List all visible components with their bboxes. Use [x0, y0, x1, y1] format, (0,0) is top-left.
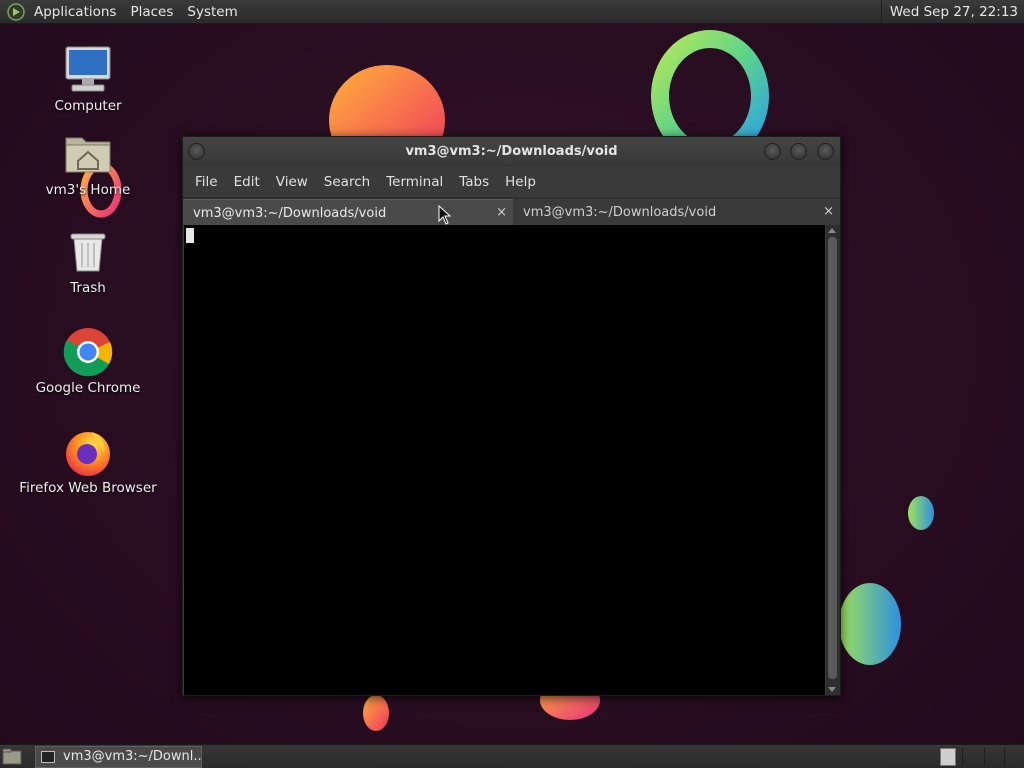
distro-logo-icon[interactable]: [6, 2, 26, 22]
chrome-icon: [62, 326, 114, 378]
terminal-icon: [41, 751, 55, 763]
terminal-output[interactable]: [184, 225, 825, 695]
window-titlebar[interactable]: vm3@vm3:~/Downloads/void: [183, 137, 840, 167]
desktop-icon-label: vm3's Home: [45, 182, 131, 198]
desktop-icon-label: Google Chrome: [35, 380, 141, 396]
menu-edit[interactable]: Edit: [226, 174, 268, 190]
desktop-icon-chrome[interactable]: Google Chrome: [13, 326, 163, 396]
scroll-down-icon[interactable]: [828, 687, 836, 692]
applications-menu[interactable]: Applications: [27, 0, 123, 24]
bottom-panel: vm3@vm3:~/Downl...: [0, 744, 1024, 768]
clock[interactable]: Wed Sep 27, 22:13: [880, 0, 1024, 24]
scrollbar-thumb[interactable]: [828, 237, 837, 679]
desktop-icon-label: Computer: [54, 98, 122, 114]
tab-label: vm3@vm3:~/Downloads/void: [523, 205, 717, 220]
close-window-button[interactable]: [817, 143, 834, 160]
desktop-icon-label: Trash: [70, 280, 106, 296]
tab-close-icon[interactable]: ×: [823, 204, 834, 219]
workspace-2[interactable]: [962, 748, 978, 766]
workspace-3[interactable]: [984, 748, 1000, 766]
menu-view[interactable]: View: [268, 174, 316, 190]
text-cursor: [186, 228, 194, 243]
menu-terminal[interactable]: Terminal: [378, 174, 451, 190]
minimize-button[interactable]: [764, 143, 781, 160]
taskbar-label: vm3@vm3:~/Downl...: [63, 749, 202, 764]
menu-tabs[interactable]: Tabs: [451, 174, 497, 190]
desktop-icon-firefox[interactable]: Firefox Web Browser: [13, 426, 163, 496]
menu-file[interactable]: File: [187, 174, 226, 190]
taskbar-terminal-button[interactable]: vm3@vm3:~/Downl...: [35, 746, 202, 768]
top-panel: Applications Places System Wed Sep 27, 2…: [0, 0, 1024, 24]
tab-bar: vm3@vm3:~/Downloads/void × vm3@vm3:~/Dow…: [183, 197, 840, 225]
scroll-up-icon[interactable]: [828, 228, 836, 233]
menu-search[interactable]: Search: [316, 174, 378, 190]
computer-icon: [62, 44, 114, 96]
trash-icon: [62, 226, 114, 278]
desktop-icon-home[interactable]: vm3's Home: [13, 128, 163, 198]
workspace-4[interactable]: [1004, 748, 1020, 766]
system-menu[interactable]: System: [180, 0, 244, 24]
terminal-scrollbar[interactable]: [826, 225, 840, 695]
maximize-button[interactable]: [790, 143, 807, 160]
home-folder-icon: [62, 128, 114, 180]
places-menu[interactable]: Places: [123, 0, 180, 24]
window-title: vm3@vm3:~/Downloads/void: [405, 144, 618, 159]
workspace-1[interactable]: [940, 748, 956, 766]
terminal-menubar: File Edit View Search Terminal Tabs Help: [183, 167, 840, 197]
terminal-tab-1[interactable]: vm3@vm3:~/Downloads/void ×: [183, 199, 513, 225]
terminal-tab-2[interactable]: vm3@vm3:~/Downloads/void ×: [513, 199, 840, 225]
menu-help[interactable]: Help: [497, 174, 544, 190]
tab-close-icon[interactable]: ×: [496, 205, 507, 220]
show-desktop-icon[interactable]: [2, 748, 22, 765]
tab-label: vm3@vm3:~/Downloads/void: [193, 206, 387, 221]
desktop-icon-trash[interactable]: Trash: [13, 226, 163, 296]
mouse-pointer-icon: [438, 205, 452, 225]
terminal-window[interactable]: vm3@vm3:~/Downloads/void File Edit View …: [182, 136, 841, 696]
firefox-icon: [62, 426, 114, 478]
desktop-icon-computer[interactable]: Computer: [13, 44, 163, 114]
desktop-icon-label: Firefox Web Browser: [19, 480, 157, 496]
